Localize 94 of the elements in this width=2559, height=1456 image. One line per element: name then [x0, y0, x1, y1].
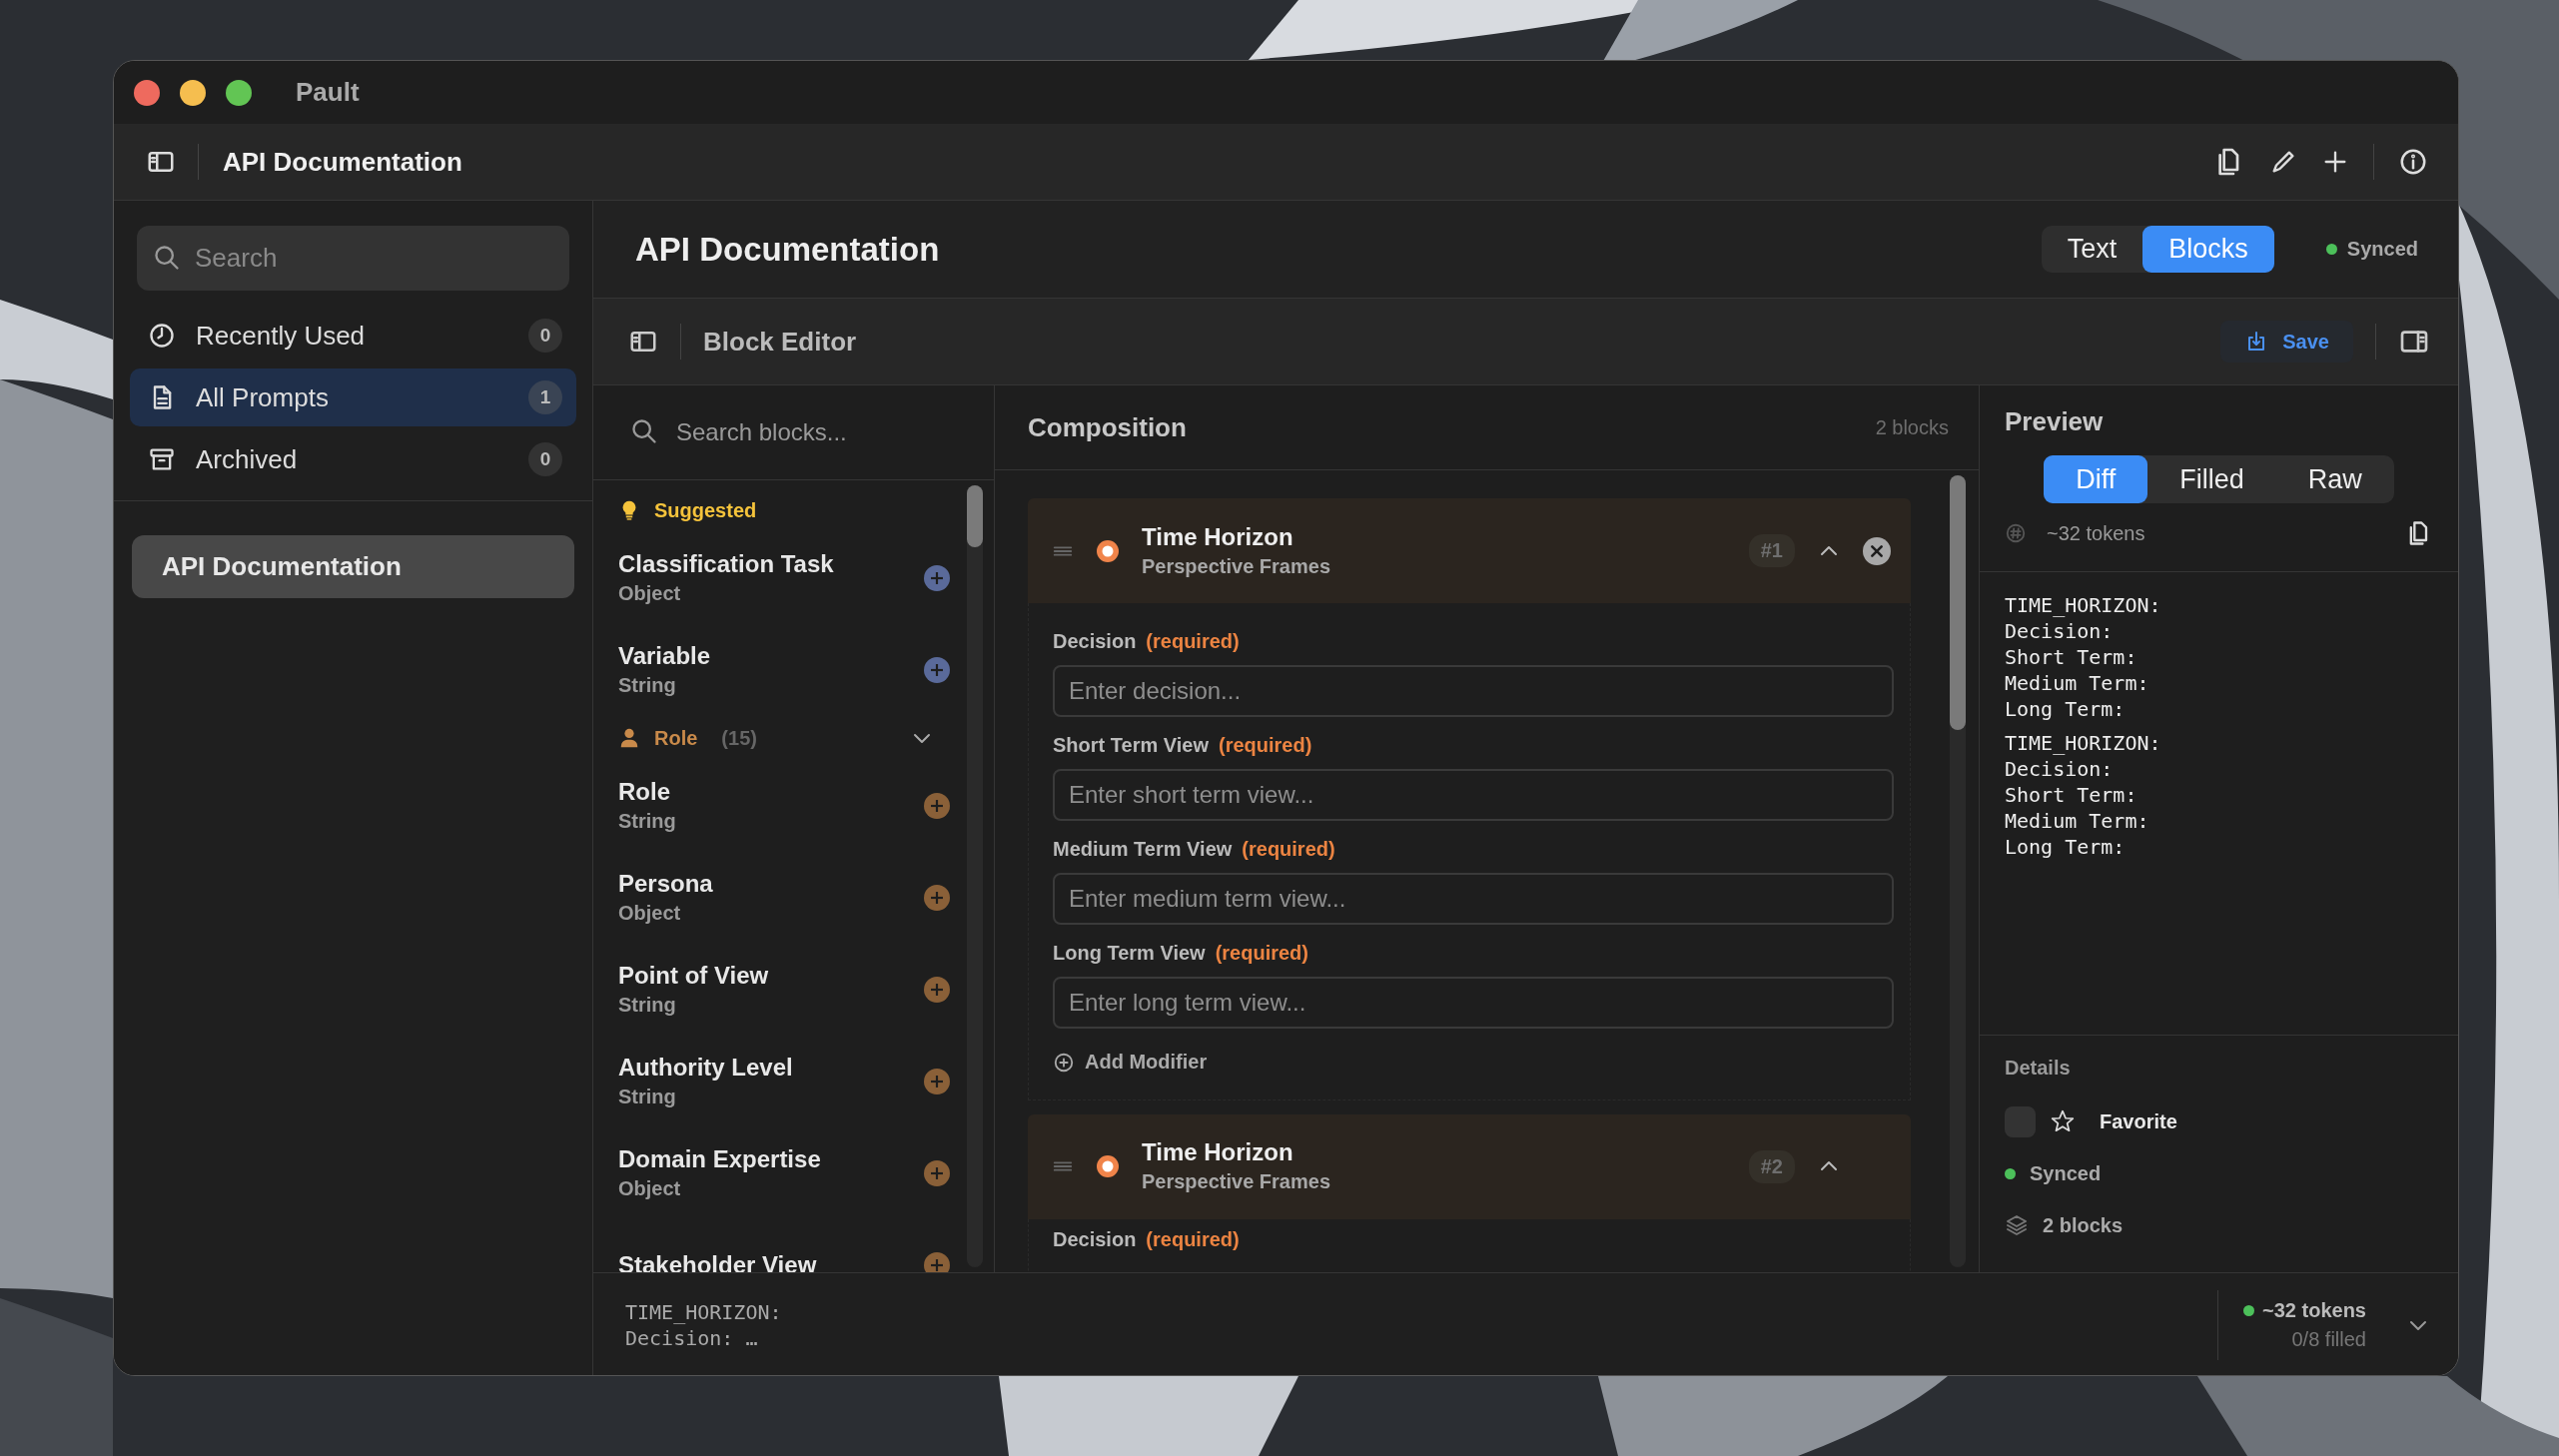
add-button[interactable] [924, 1252, 950, 1272]
status-dot-icon [1096, 1154, 1120, 1178]
view-tab[interactable]: Filled [2147, 455, 2276, 503]
favorite-label: Favorite [2100, 1109, 2177, 1133]
section-title: Details [2005, 1056, 2072, 1081]
editor-title: Block Editor [703, 326, 858, 358]
block-title: Point of View [618, 961, 770, 991]
document-title: API Documentation [223, 146, 463, 178]
add-button[interactable] [924, 885, 950, 911]
token-count: ~32 tokens [2047, 521, 2146, 545]
nav-label: Archived [196, 443, 299, 475]
add-button[interactable] [924, 793, 950, 819]
close-button[interactable] [134, 79, 160, 106]
field-label: Decision (required) [1053, 629, 1241, 654]
block-count: 2 blocks [1875, 415, 1949, 439]
search-icon [153, 244, 181, 272]
field-label: Decision (required) [1053, 1226, 1241, 1252]
page-title: API Documentation [635, 230, 941, 269]
block-title: Time Horizon [1142, 1137, 1294, 1167]
add-button[interactable] [924, 1160, 950, 1186]
block-title: Classification Task [618, 549, 835, 579]
person-icon [618, 727, 640, 749]
block-header[interactable]: Time Horizon Perspective Frames #1 [1028, 498, 1911, 603]
minimize-button[interactable] [180, 79, 206, 106]
field-label: Long Term View (required) [1053, 941, 1309, 966]
nav-item[interactable]: Recently Used 0 [130, 307, 576, 364]
block-title: Persona [618, 869, 714, 899]
clock-icon [148, 322, 176, 350]
input-field[interactable]: Enter long term view... [1053, 977, 1894, 1029]
add-modifier-link[interactable]: Add Modifier [1053, 1051, 1208, 1074]
panel-title: Composition [1028, 411, 1187, 443]
scrollbar-thumb[interactable] [1950, 475, 1966, 730]
prompt-output: TIME_HORIZON: Decision: Short Term: Medium Term: Long Term: [2005, 730, 2162, 860]
panel-title: Preview [2005, 405, 2105, 438]
index-badge: #2 [1748, 1149, 1795, 1183]
prompt-output: TIME_HORIZON: Decision: Short Term: Medium Term: Long Term: [2005, 592, 2162, 722]
field-label: Medium Term View (required) [1053, 837, 1336, 862]
input-field[interactable]: Enter decision... [1053, 665, 1894, 717]
input-field[interactable]: Enter medium term view... [1053, 873, 1894, 925]
index-badge: #1 [1748, 534, 1795, 567]
view-tab[interactable]: Raw [2275, 455, 2394, 503]
star-icon [2050, 1108, 2076, 1134]
block-type: Object [618, 1176, 682, 1201]
block-category: Perspective Frames [1142, 1169, 1331, 1194]
search-field[interactable]: Search blocks... [630, 409, 978, 455]
field-label: Short Term View (required) [1053, 733, 1313, 758]
input-field[interactable]: Enter short term view... [1053, 769, 1894, 821]
block-title: Domain Expertise [618, 1144, 822, 1174]
nav-label: Recently Used [196, 320, 367, 352]
block-type: Object [618, 581, 682, 606]
status-dot-icon [1096, 538, 1120, 563]
block-title: Time Horizon [1142, 521, 1294, 552]
count-badge: 0 [528, 442, 562, 476]
layers-icon [2005, 1213, 2029, 1237]
info-icon[interactable] [2398, 147, 2428, 177]
search-icon [630, 417, 658, 445]
prompt-preview: TIME_HORIZON: Decision: … [625, 1299, 783, 1351]
count-badge: 0 [528, 319, 562, 353]
block-category: Perspective Frames [1142, 553, 1331, 579]
block-type: String [618, 1085, 677, 1109]
add-button[interactable] [924, 1069, 950, 1094]
filled-count: 0/8 filled [2291, 1328, 2366, 1351]
block-title: Variable [618, 641, 712, 671]
token-count: ~32 tokens [2262, 1299, 2366, 1322]
count-badge: 1 [528, 380, 562, 414]
nav-item[interactable]: Archived 0 [130, 430, 576, 488]
block-type: Object [618, 901, 682, 926]
block-type: String [618, 993, 677, 1018]
mode-tab[interactable]: Text [2041, 226, 2143, 273]
prompt-item[interactable]: API Documentation [132, 535, 574, 598]
nav-item[interactable]: All Prompts 1 [130, 368, 576, 426]
hash-icon [2005, 522, 2027, 544]
scrollbar-thumb[interactable] [967, 485, 983, 547]
search-field[interactable]: Search [137, 226, 569, 291]
sync-status: Synced [2346, 238, 2418, 261]
block-count: 2 blocks [2043, 1213, 2124, 1237]
block-title: Authority Level [618, 1053, 794, 1083]
sync-status: Synced [2030, 1161, 2102, 1185]
close-icon[interactable] [1863, 536, 1891, 565]
plus-circle-icon [1053, 1051, 1075, 1074]
save-button[interactable]: Save [2220, 321, 2353, 363]
add-button[interactable] [924, 657, 950, 683]
nav-label: All Prompts [196, 381, 330, 413]
block-type: String [618, 809, 677, 834]
zoom-button[interactable] [226, 79, 252, 106]
group-count: (15) [721, 726, 757, 750]
block-title: Role [618, 777, 671, 807]
add-button[interactable] [924, 977, 950, 1003]
group-label: Suggested [654, 498, 757, 522]
block-header[interactable]: Time Horizon Perspective Frames #2 [1028, 1113, 1911, 1219]
group-label: Role [654, 726, 698, 750]
add-button[interactable] [924, 565, 950, 591]
window-title: Pault [296, 77, 360, 108]
block-type: String [618, 673, 677, 698]
